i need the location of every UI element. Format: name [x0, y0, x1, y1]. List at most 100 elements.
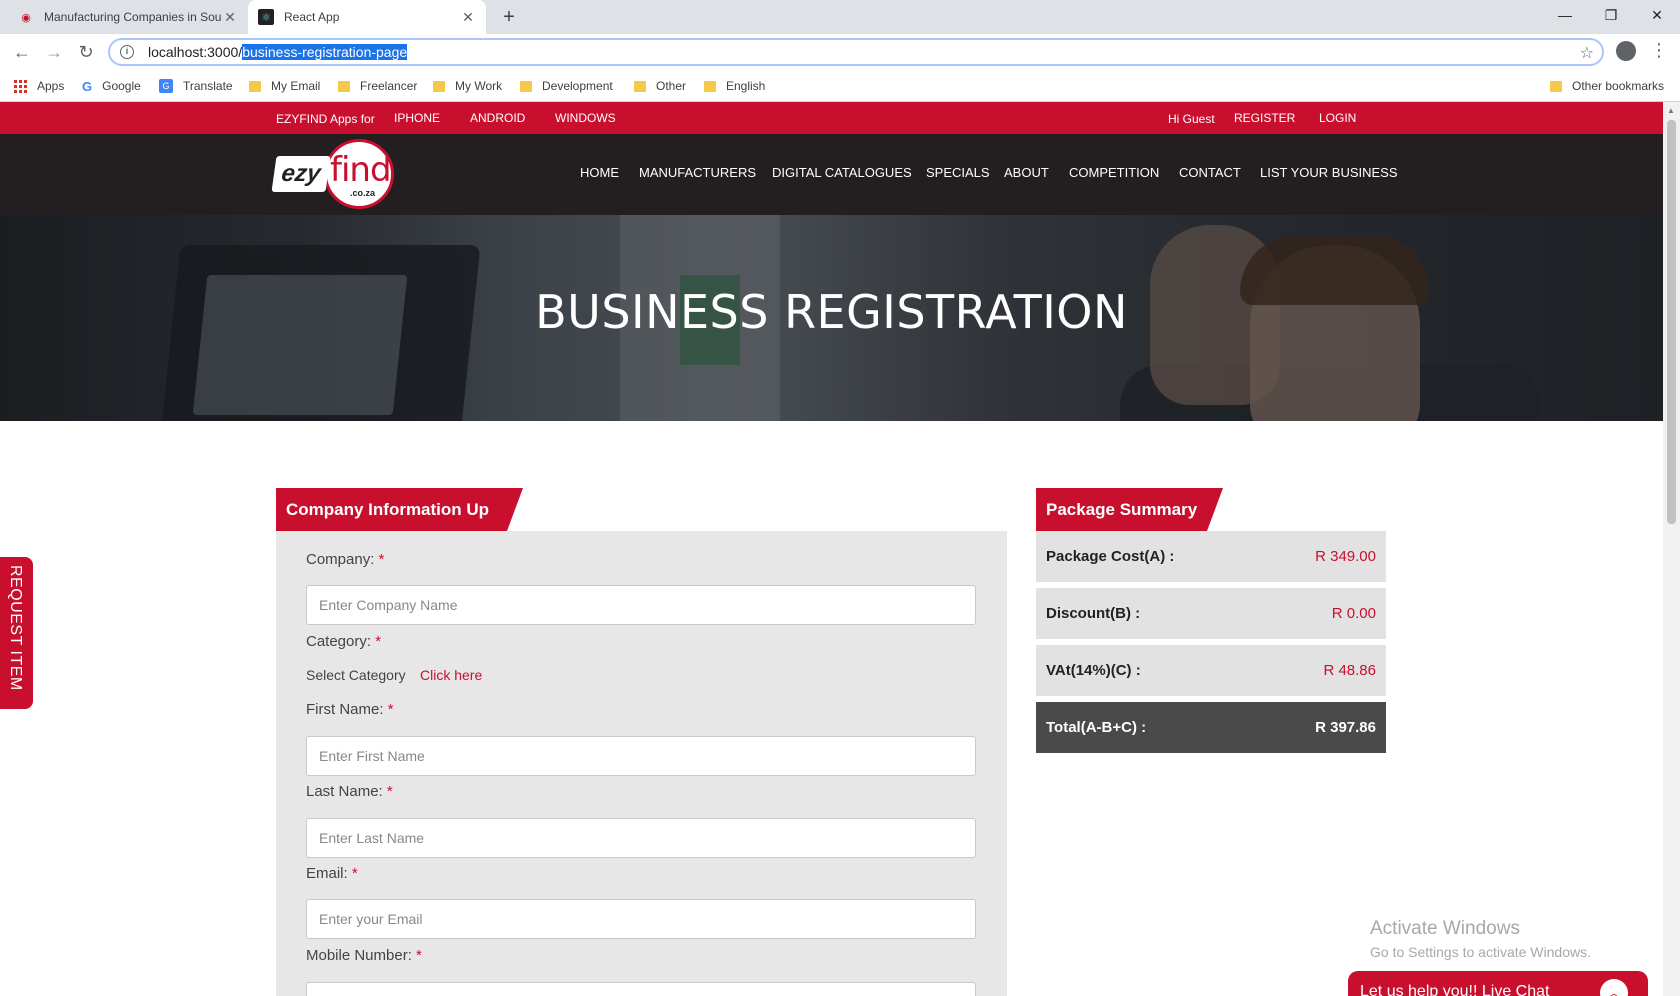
- forward-icon[interactable]: →: [42, 40, 66, 64]
- select-category-link[interactable]: Click here: [420, 667, 482, 683]
- summary-row-total: Total(A-B+C) : R 397.86: [1036, 702, 1386, 753]
- first-name-label: First Name: *: [306, 701, 394, 718]
- url-host: localhost:3000/: [148, 44, 243, 60]
- nav-digital-catalogues[interactable]: DIGITAL CATALOGUES: [772, 165, 912, 180]
- summary-row-package-cost: Package Cost(A) : R 349.00: [1036, 531, 1386, 582]
- browser-tab-react-app[interactable]: ⚛ React App ✕: [248, 0, 486, 34]
- scroll-up-icon[interactable]: ▲: [1667, 106, 1675, 115]
- back-icon[interactable]: ←: [10, 40, 34, 64]
- summary-value: R 349.00: [1315, 548, 1376, 565]
- bookmark-label: Development: [542, 79, 613, 93]
- close-tab-icon[interactable]: ✕: [460, 9, 476, 26]
- iphone-app-link[interactable]: IPHONE: [394, 111, 440, 125]
- close-tab-icon[interactable]: ✕: [222, 9, 238, 26]
- site-info-icon[interactable]: i: [120, 45, 134, 59]
- hero-banner: BUSINESS REGISTRATION: [0, 215, 1663, 421]
- nav-home[interactable]: HOME: [580, 165, 619, 180]
- bookmark-apps[interactable]: Apps: [14, 76, 64, 96]
- company-name-input[interactable]: [306, 585, 976, 625]
- select-category-text: Select Category: [306, 667, 406, 683]
- bookmark-development[interactable]: Development: [520, 76, 613, 96]
- bookmark-label: Other: [656, 79, 687, 93]
- browser-tabstrip: ◉ Manufacturing Companies in Sou ✕ ⚛ Rea…: [0, 0, 1680, 34]
- nav-list-your-business[interactable]: LIST YOUR BUSINESS: [1260, 165, 1398, 180]
- bookmark-translate[interactable]: G Translate: [159, 76, 233, 96]
- page-viewport: EZYFIND Apps for IPHONE ANDROID WINDOWS …: [0, 102, 1663, 996]
- folder-icon: [520, 80, 532, 92]
- windows-app-link[interactable]: WINDOWS: [555, 111, 616, 125]
- bookmark-other[interactable]: Other: [634, 76, 686, 96]
- summary-value: R 0.00: [1331, 605, 1376, 622]
- package-summary-heading-text: Package Summary: [1046, 500, 1198, 519]
- bookmark-english[interactable]: English: [704, 76, 765, 96]
- nav-about[interactable]: ABOUT: [1004, 165, 1049, 180]
- bookmark-other-bookmarks[interactable]: Other bookmarks: [1550, 76, 1664, 96]
- google-icon: G: [82, 78, 93, 94]
- site-topbar: EZYFIND Apps for IPHONE ANDROID WINDOWS …: [0, 102, 1663, 134]
- register-link[interactable]: REGISTER: [1234, 111, 1295, 125]
- page-scrollbar[interactable]: ▲: [1663, 102, 1680, 996]
- email-input[interactable]: [306, 899, 976, 939]
- nav-contact[interactable]: CONTACT: [1179, 165, 1241, 180]
- bookmark-label: Other bookmarks: [1572, 79, 1665, 93]
- ezyfind-logo[interactable]: ezy find .co.za: [271, 138, 400, 210]
- summary-row-discount: Discount(B) : R 0.00: [1036, 588, 1386, 639]
- apps-for-label: EZYFIND Apps for: [276, 112, 375, 126]
- email-label: Email: *: [306, 865, 358, 882]
- mobile-label: Mobile Number: *: [306, 947, 422, 964]
- request-item-tab[interactable]: REQUEST ITEM: [0, 557, 33, 709]
- bookmark-my-email[interactable]: My Email: [249, 76, 320, 96]
- chevron-up-icon[interactable]: ︿: [1600, 979, 1628, 996]
- bookmarks-bar: Apps G Google G Translate My Email Freel…: [0, 70, 1680, 102]
- live-chat-widget[interactable]: Let us help you!! Live Chat ︿: [1348, 971, 1648, 996]
- address-bar[interactable]: i localhost:3000/business-registration-p…: [108, 38, 1604, 66]
- android-app-link[interactable]: ANDROID: [470, 111, 525, 125]
- bookmark-freelancer[interactable]: Freelancer: [338, 76, 417, 96]
- bookmark-label: Translate: [183, 79, 233, 93]
- site-favicon-icon: ◉: [21, 11, 31, 24]
- folder-icon: [634, 80, 646, 92]
- bookmark-label: Google: [102, 79, 141, 93]
- folder-icon: [704, 80, 716, 92]
- bookmark-google[interactable]: G Google: [82, 76, 141, 96]
- last-name-input[interactable]: [306, 818, 976, 858]
- folder-icon: [1550, 80, 1562, 92]
- summary-label: Package Cost(A) :: [1046, 548, 1175, 565]
- tab-title: Manufacturing Companies in Sou: [44, 10, 222, 24]
- request-item-label: REQUEST ITEM: [7, 565, 24, 691]
- folder-icon: [433, 80, 445, 92]
- browser-tab-manufacturing[interactable]: ◉ Manufacturing Companies in Sou ✕: [8, 0, 248, 34]
- bookmark-my-work[interactable]: My Work: [433, 76, 502, 96]
- new-tab-button[interactable]: +: [498, 6, 520, 28]
- summary-value: R 397.86: [1315, 719, 1376, 736]
- login-link[interactable]: LOGIN: [1319, 111, 1356, 125]
- last-name-label: Last Name: *: [306, 783, 393, 800]
- minimize-icon[interactable]: —: [1542, 0, 1588, 30]
- company-info-form: Company: * Category: * Select Category C…: [276, 531, 1007, 996]
- url-path-selected: business-registration-page: [242, 44, 408, 60]
- first-name-input[interactable]: [306, 736, 976, 776]
- logo-ezy: ezy: [271, 156, 331, 192]
- profile-avatar-icon[interactable]: [1616, 41, 1636, 61]
- bookmark-star-icon[interactable]: ☆: [1580, 43, 1594, 63]
- nav-specials[interactable]: SPECIALS: [926, 165, 990, 180]
- company-info-heading: Company Information Up: [276, 488, 523, 531]
- bookmark-label: English: [726, 79, 766, 93]
- tab-title: React App: [284, 10, 340, 24]
- nav-competition[interactable]: COMPETITION: [1069, 165, 1159, 180]
- logo-find: find: [330, 150, 392, 190]
- live-chat-label: Let us help you!! Live Chat: [1360, 983, 1550, 996]
- apps-grid-icon: [14, 79, 27, 93]
- scrollbar-thumb[interactable]: [1667, 120, 1676, 524]
- window-close-icon[interactable]: ✕: [1634, 0, 1680, 30]
- activate-windows-title: Activate Windows: [1370, 918, 1520, 939]
- greeting-text: Hi Guest: [1168, 112, 1215, 126]
- browser-menu-icon[interactable]: ⋮: [1650, 38, 1668, 62]
- nav-manufacturers[interactable]: MANUFACTURERS: [639, 165, 756, 180]
- summary-label: VAt(14%)(C) :: [1046, 662, 1141, 679]
- folder-icon: [249, 80, 261, 92]
- reload-icon[interactable]: ↻: [74, 40, 98, 64]
- restore-icon[interactable]: ❐: [1588, 0, 1634, 30]
- summary-label: Discount(B) :: [1046, 605, 1141, 622]
- mobile-number-input[interactable]: [306, 982, 976, 996]
